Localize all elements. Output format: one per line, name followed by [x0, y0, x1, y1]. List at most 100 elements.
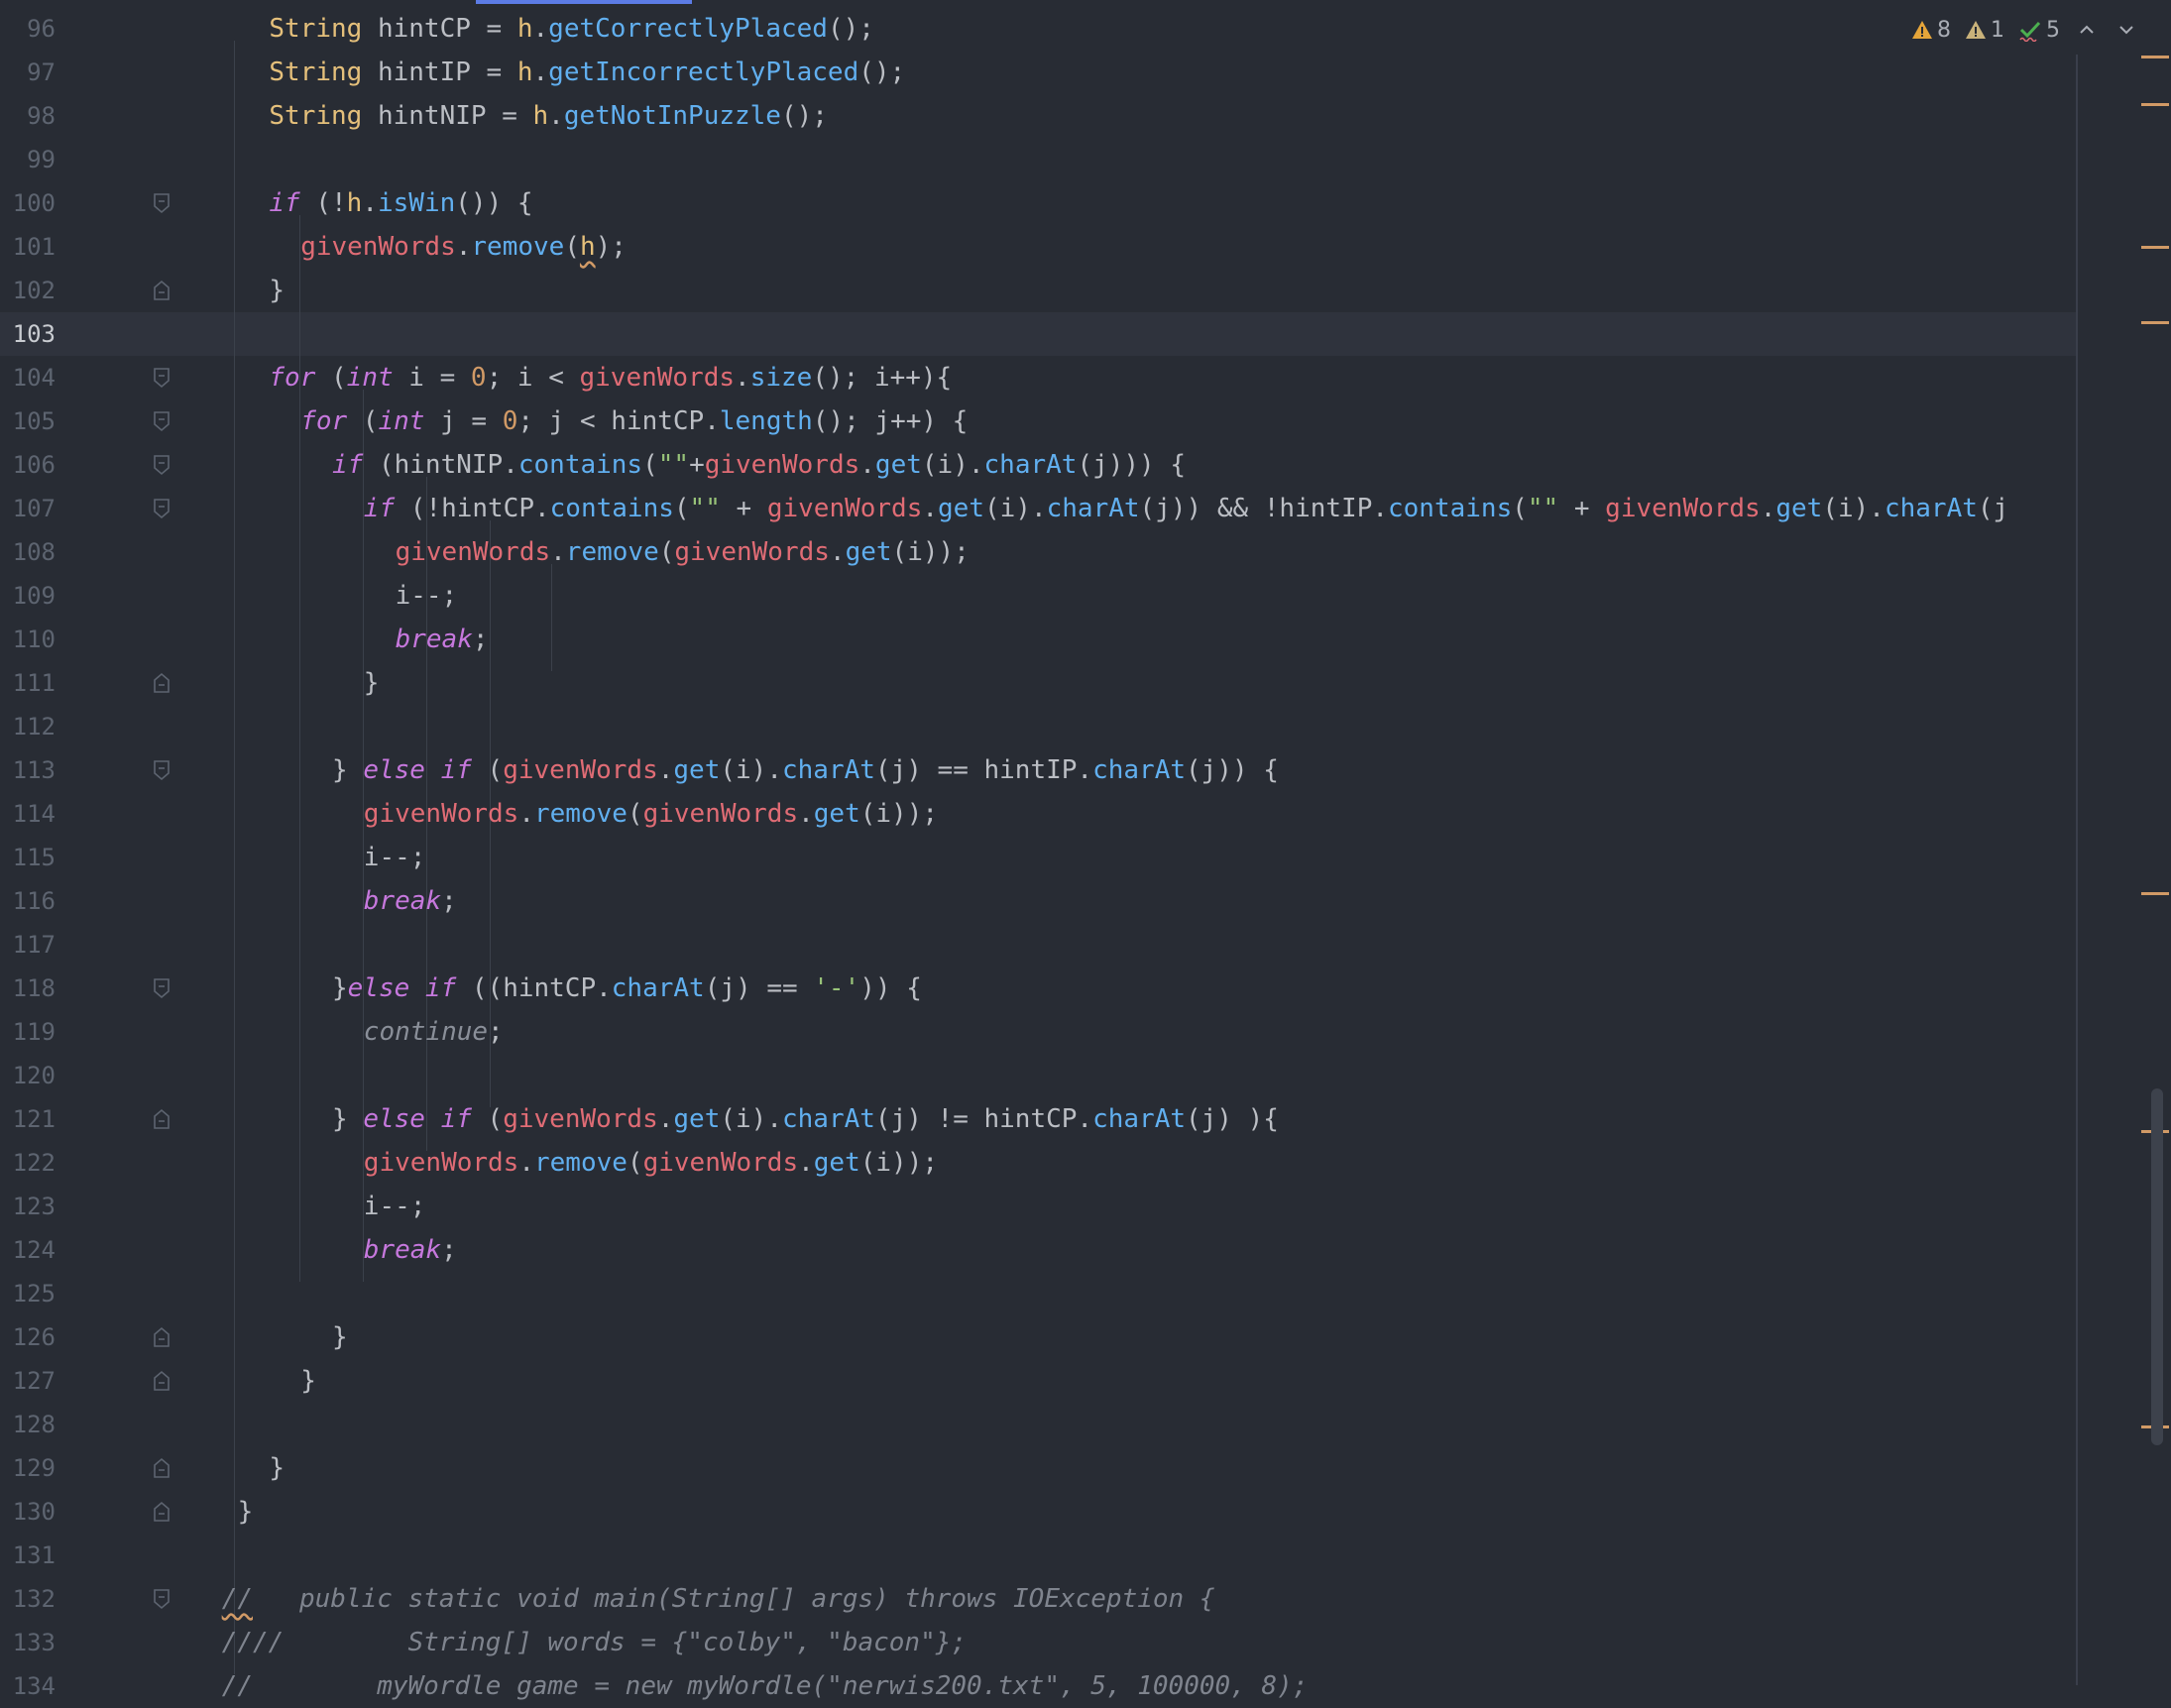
line-number[interactable]: 133	[0, 1621, 56, 1664]
line-number[interactable]: 118	[0, 967, 56, 1010]
line-number[interactable]: 113	[0, 748, 56, 792]
code-line[interactable]: 112	[0, 705, 2076, 748]
line-number[interactable]: 110	[0, 618, 56, 661]
code-text[interactable]: }	[269, 269, 285, 312]
code-line[interactable]: 104 for (int i = 0; i < givenWords.size()…	[0, 356, 2076, 399]
code-text[interactable]: }	[238, 1490, 254, 1534]
code-text[interactable]: String hintCP = h.getCorrectlyPlaced();	[269, 7, 874, 51]
line-number[interactable]: 98	[0, 94, 56, 138]
line-number[interactable]: 106	[0, 443, 56, 487]
warning-stripe-mark[interactable]	[2141, 56, 2169, 58]
warning-stripe-mark[interactable]	[2141, 103, 2169, 106]
code-line[interactable]: 131	[0, 1534, 2076, 1577]
line-number[interactable]: 107	[0, 487, 56, 530]
line-number[interactable]: 100	[0, 181, 56, 225]
line-number[interactable]: 111	[0, 661, 56, 705]
code-line[interactable]: 129}	[0, 1446, 2076, 1490]
code-text[interactable]: break;	[364, 879, 457, 923]
code-line[interactable]: 133 //// String[] words = {"colby", "baco…	[0, 1621, 2076, 1664]
line-number[interactable]: 130	[0, 1490, 56, 1534]
warnings-indicator[interactable]: 8	[1911, 18, 1951, 43]
code-text[interactable]: String hintNIP = h.getNotInPuzzle();	[269, 94, 828, 138]
line-number[interactable]: 119	[0, 1010, 56, 1054]
line-number[interactable]: 131	[0, 1534, 56, 1577]
code-text[interactable]: continue;	[364, 1010, 504, 1054]
warning-stripe-mark[interactable]	[2141, 321, 2169, 324]
code-text[interactable]: givenWords.remove(givenWords.get(i));	[396, 530, 970, 574]
code-line[interactable]: 102}	[0, 269, 2076, 312]
code-line[interactable]: 117	[0, 923, 2076, 967]
code-line[interactable]: 110 break;	[0, 618, 2076, 661]
line-number[interactable]: 102	[0, 269, 56, 312]
line-number[interactable]: 97	[0, 51, 56, 94]
code-text[interactable]: if (!h.isWin()) {	[269, 181, 532, 225]
fold-end-icon[interactable]	[153, 1370, 171, 1392]
line-number[interactable]: 134	[0, 1664, 56, 1708]
code-text[interactable]: i--;	[364, 836, 426, 879]
fold-end-icon[interactable]	[153, 1326, 171, 1348]
line-number[interactable]: 101	[0, 225, 56, 269]
line-number[interactable]: 126	[0, 1315, 56, 1359]
code-editor[interactable]: 96 String hintCP = h.getCorrectlyPlaced()…	[0, 0, 2171, 1701]
code-line[interactable]: 128	[0, 1403, 2076, 1446]
line-number[interactable]: 123	[0, 1185, 56, 1228]
code-line[interactable]: 120	[0, 1054, 2076, 1097]
code-text[interactable]: i--;	[396, 574, 458, 618]
code-line[interactable]: 113 } else if (givenWords.get(i).charAt(j…	[0, 748, 2076, 792]
line-number[interactable]: 117	[0, 923, 56, 967]
line-number[interactable]: 104	[0, 356, 56, 399]
line-number[interactable]: 114	[0, 792, 56, 836]
code-line[interactable]: 96 String hintCP = h.getCorrectlyPlaced()…	[0, 7, 2076, 51]
code-line[interactable]: 130}	[0, 1490, 2076, 1534]
fold-collapse-icon[interactable]	[153, 498, 171, 519]
line-number[interactable]: 105	[0, 399, 56, 443]
line-number[interactable]: 99	[0, 138, 56, 181]
code-line[interactable]: 118 }else if ((hintCP.charAt(j) == '-')) …	[0, 967, 2076, 1010]
code-line[interactable]: 100 if (!h.isWin()) {	[0, 181, 2076, 225]
code-line[interactable]: 122 givenWords.remove(givenWords.get(i));	[0, 1141, 2076, 1185]
warning-stripe-mark[interactable]	[2141, 892, 2169, 895]
code-text[interactable]: for (int j = 0; j < hintCP.length(); j++…	[300, 399, 968, 443]
fold-collapse-icon[interactable]	[153, 410, 171, 432]
line-number[interactable]: 120	[0, 1054, 56, 1097]
fold-collapse-icon[interactable]	[153, 454, 171, 476]
code-text[interactable]: //// String[] words = {"colby", "bacon"}…	[222, 1621, 967, 1664]
weak-warnings-indicator[interactable]: 1	[1965, 18, 2004, 43]
fold-collapse-icon[interactable]	[153, 367, 171, 389]
code-text[interactable]: // public static void main(String[] args…	[222, 1577, 1215, 1621]
vertical-scrollbar[interactable]	[2151, 1088, 2163, 1445]
code-text[interactable]: }	[300, 1359, 316, 1403]
fold-end-icon[interactable]	[153, 672, 171, 694]
fold-end-icon[interactable]	[153, 1108, 171, 1130]
code-text[interactable]: } else if (givenWords.get(i).charAt(j) !…	[332, 1097, 1279, 1141]
inspection-widget[interactable]: 8 1 5	[1911, 12, 2139, 48]
code-text[interactable]: } else if (givenWords.get(i).charAt(j) =…	[332, 748, 1279, 792]
code-line[interactable]: 97 String hintIP = h.getIncorrectlyPlaced…	[0, 51, 2076, 94]
code-line[interactable]: 114 givenWords.remove(givenWords.get(i));	[0, 792, 2076, 836]
typos-indicator[interactable]: 5	[2018, 18, 2060, 43]
fold-end-icon[interactable]	[153, 1457, 171, 1479]
code-text[interactable]: }else if ((hintCP.charAt(j) == '-')) {	[332, 967, 922, 1010]
warning-stripe-mark[interactable]	[2141, 246, 2169, 249]
code-line[interactable]: 109 i--;	[0, 574, 2076, 618]
line-number[interactable]: 115	[0, 836, 56, 879]
code-line[interactable]: 108 givenWords.remove(givenWords.get(i));	[0, 530, 2076, 574]
line-number[interactable]: 109	[0, 574, 56, 618]
line-number[interactable]: 112	[0, 705, 56, 748]
code-line[interactable]: 134 // myWordle game = new myWordle("nerw…	[0, 1664, 2076, 1708]
code-text[interactable]: i--;	[364, 1185, 426, 1228]
line-number[interactable]: 124	[0, 1228, 56, 1272]
next-highlight-button[interactable]	[2114, 17, 2139, 43]
code-text[interactable]: givenWords.remove(givenWords.get(i));	[364, 792, 938, 836]
code-line[interactable]: 119 continue;	[0, 1010, 2076, 1054]
code-line[interactable]: 99	[0, 138, 2076, 181]
code-text[interactable]: if (hintNIP.contains(""+givenWords.get(i…	[332, 443, 1186, 487]
code-line[interactable]: 115 i--;	[0, 836, 2076, 879]
code-line[interactable]: 101 givenWords.remove(h);	[0, 225, 2076, 269]
fold-collapse-icon[interactable]	[153, 1588, 171, 1610]
code-line[interactable]: 106 if (hintNIP.contains(""+givenWords.ge…	[0, 443, 2076, 487]
fold-end-icon[interactable]	[153, 1501, 171, 1523]
fold-collapse-icon[interactable]	[153, 192, 171, 214]
line-number[interactable]: 116	[0, 879, 56, 923]
code-text[interactable]: break;	[396, 618, 489, 661]
